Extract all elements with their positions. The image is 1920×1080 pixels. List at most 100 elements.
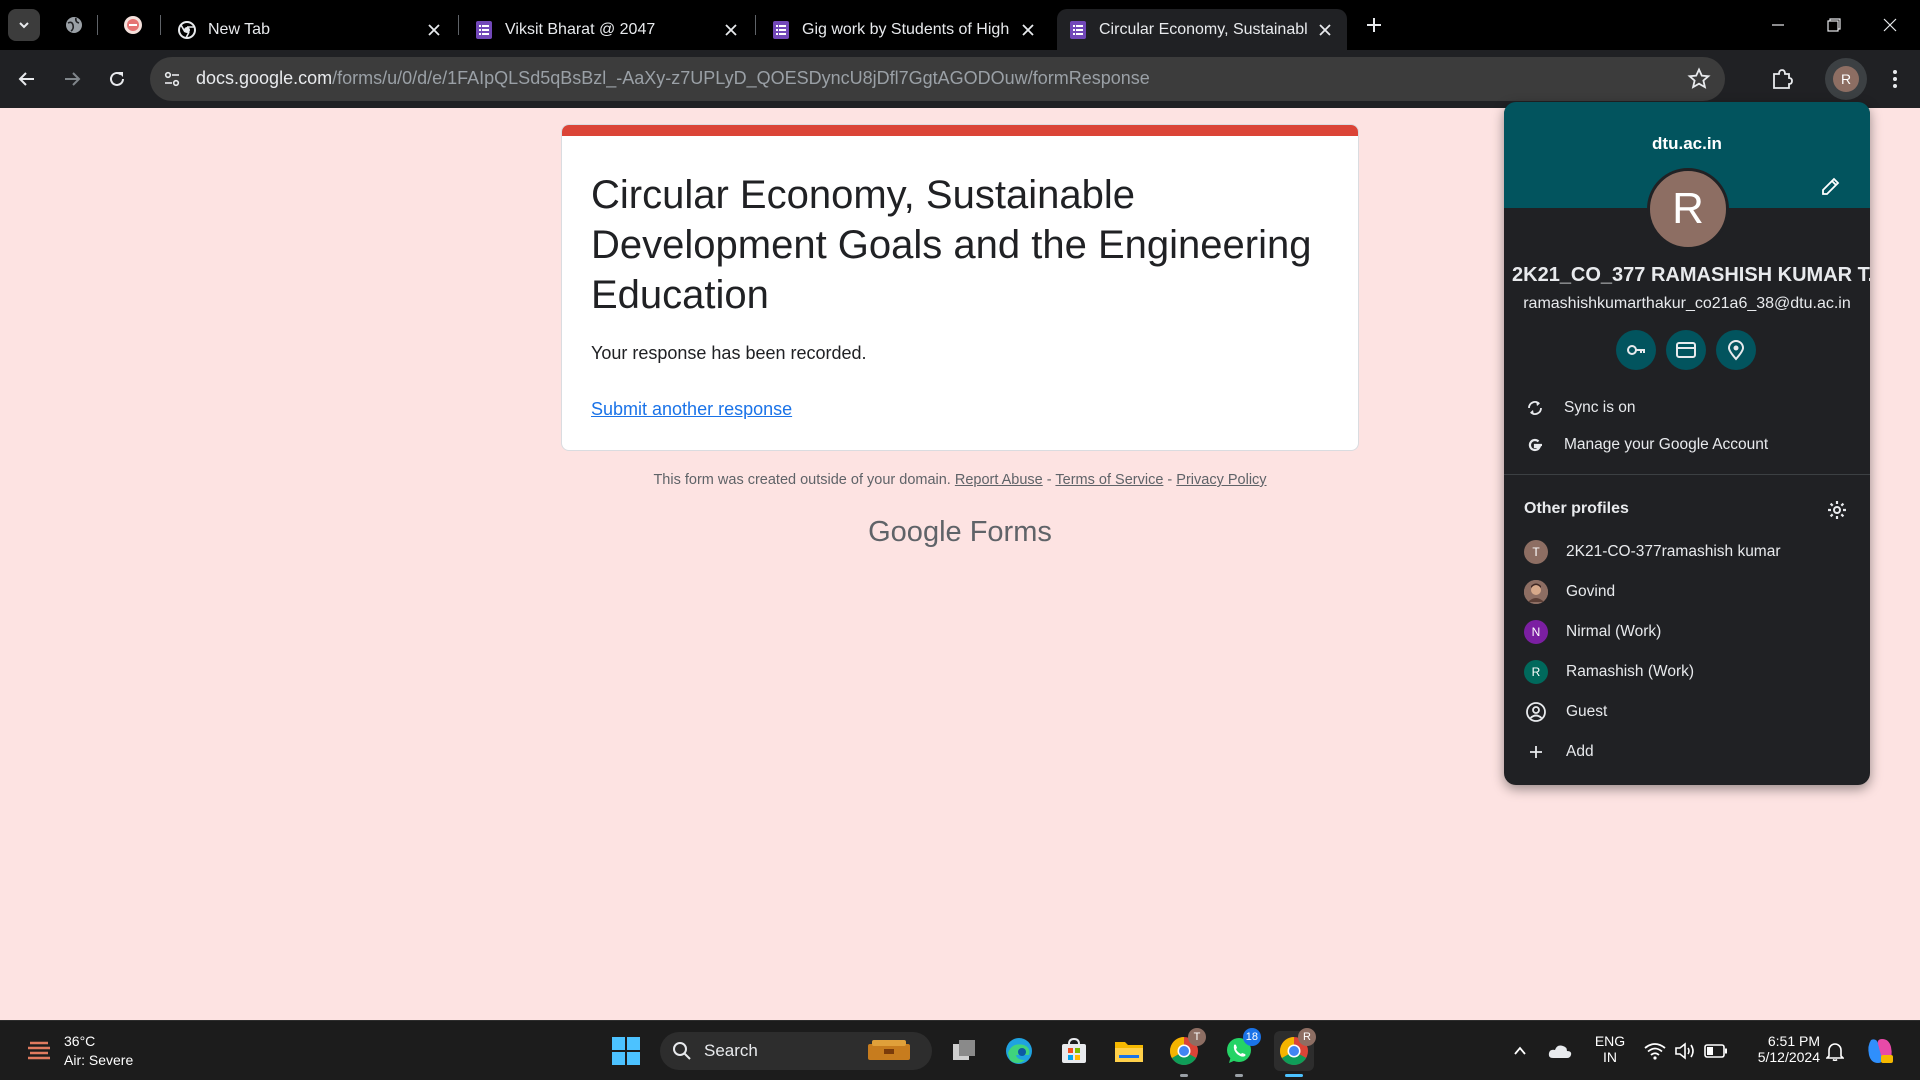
profile-item[interactable]: Govind — [1504, 574, 1870, 610]
other-profiles-heading: Other profiles — [1524, 500, 1629, 517]
tab-circular-economy[interactable]: Circular Economy, Sustainable D — [1057, 9, 1347, 50]
key-icon — [1627, 345, 1645, 355]
chrome-taskbar-button-active[interactable]: R — [1274, 1028, 1316, 1077]
back-button[interactable] — [11, 63, 43, 95]
guest-icon — [1524, 700, 1548, 724]
cloud-icon — [1548, 1045, 1572, 1058]
site-info-icon[interactable] — [161, 68, 183, 90]
payment-methods-button[interactable] — [1666, 330, 1706, 370]
app-favicon-icon — [124, 16, 142, 34]
restore-button[interactable] — [1806, 0, 1862, 50]
close-icon — [1883, 18, 1897, 32]
whatsapp-button[interactable]: 18 — [1219, 1028, 1261, 1077]
profile-avatar-small: R — [1524, 660, 1548, 684]
tab-title: New Tab — [208, 20, 270, 38]
profile-avatar-small: T — [1524, 540, 1548, 564]
add-profile-item[interactable]: Add — [1504, 734, 1870, 770]
menu-divider — [1504, 474, 1870, 475]
show-hidden-icons-button[interactable] — [1502, 1031, 1538, 1071]
haze-weather-icon[interactable] — [24, 1035, 54, 1065]
language-indicator[interactable]: ENG IN — [1590, 1033, 1630, 1065]
tab-viksit-bharat[interactable]: Viksit Bharat @ 2047 — [463, 9, 753, 50]
google-forms-logo[interactable]: Google Forms — [561, 516, 1359, 549]
bookmark-star-icon[interactable] — [1687, 67, 1711, 91]
profile-button[interactable]: R — [1825, 58, 1867, 100]
file-explorer-button[interactable] — [1109, 1031, 1149, 1071]
add-profile-label: Add — [1566, 743, 1594, 760]
task-view-button[interactable] — [944, 1031, 984, 1071]
tab-title: Viksit Bharat @ 2047 — [505, 20, 656, 38]
pinned-tab-globe[interactable] — [61, 12, 87, 38]
chevron-down-icon — [19, 22, 29, 29]
battery-button[interactable] — [1700, 1031, 1732, 1071]
close-tab-icon[interactable] — [1315, 20, 1335, 40]
browser-toolbar: docs.google.com/forms/u/0/d/e/1FAIpQLSd5… — [0, 50, 1920, 108]
minimize-button[interactable] — [1750, 0, 1806, 50]
extensions-button[interactable] — [1766, 63, 1798, 95]
puzzle-icon — [1773, 69, 1793, 89]
plus-icon — [1524, 740, 1548, 764]
chrome-taskbar-button[interactable]: T — [1164, 1028, 1206, 1077]
chrome-icon — [178, 20, 196, 39]
guest-profile-item[interactable]: Guest — [1504, 694, 1870, 730]
gear-icon[interactable] — [1826, 499, 1848, 521]
profile-photo-avatar — [1524, 580, 1548, 604]
tab-search-button[interactable] — [8, 9, 40, 41]
forms-wordmark: Forms — [969, 516, 1052, 548]
notification-badge: 18 — [1242, 1028, 1261, 1046]
manage-account-row[interactable]: Manage your Google Account — [1504, 427, 1870, 463]
addresses-button[interactable] — [1716, 330, 1756, 370]
pinned-tab-app[interactable] — [120, 12, 146, 38]
profile-item[interactable]: R Ramashish (Work) — [1504, 654, 1870, 690]
minimize-icon — [1772, 24, 1784, 26]
kebab-menu-icon — [1893, 70, 1897, 88]
volume-button[interactable] — [1670, 1031, 1700, 1071]
edge-button[interactable] — [999, 1031, 1039, 1071]
taskbar-search-box[interactable]: Search — [660, 1032, 932, 1070]
clock[interactable]: 6:51 PM 5/12/2024 — [1740, 1033, 1820, 1065]
language-code: ENG — [1594, 1033, 1626, 1049]
region-code: IN — [1603, 1049, 1617, 1065]
form-title: Circular Economy, Sustainable Developmen… — [591, 173, 1312, 317]
close-tab-icon[interactable] — [1018, 20, 1038, 40]
credit-card-icon — [1676, 342, 1696, 358]
footer-domain-note: This form was created outside of your do… — [653, 472, 951, 488]
chrome-menu-button[interactable] — [1879, 63, 1911, 95]
new-tab-button[interactable] — [1359, 10, 1389, 40]
onedrive-button[interactable] — [1542, 1031, 1578, 1071]
google-forms-icon — [1069, 20, 1087, 39]
reload-button[interactable] — [101, 63, 133, 95]
reload-icon — [110, 71, 124, 86]
location-pin-icon — [1727, 340, 1745, 361]
store-button[interactable] — [1054, 1031, 1094, 1071]
privacy-policy-link[interactable]: Privacy Policy — [1176, 472, 1266, 488]
passwords-button[interactable] — [1616, 330, 1656, 370]
profile-item[interactable]: N Nirmal (Work) — [1504, 614, 1870, 650]
url-text: docs.google.com/forms/u/0/d/e/1FAIpQLSd5… — [196, 68, 1150, 89]
tab-new-tab[interactable]: New Tab — [166, 9, 456, 50]
folder-icon — [1115, 1042, 1143, 1062]
tab-gig-work[interactable]: Gig work by Students of Higher — [760, 9, 1050, 50]
pencil-icon[interactable] — [1819, 174, 1843, 198]
submit-another-response-link[interactable]: Submit another response — [591, 399, 792, 420]
plus-icon — [1367, 18, 1381, 32]
address-bar[interactable]: docs.google.com/forms/u/0/d/e/1FAIpQLSd5… — [150, 57, 1725, 101]
google-wordmark: Google — [868, 516, 962, 548]
forward-button[interactable] — [56, 63, 88, 95]
notifications-button[interactable] — [1820, 1031, 1850, 1071]
weather-air-quality: Air: Severe — [64, 1052, 134, 1068]
profile-item[interactable]: T 2K21-CO-377ramashish kumar — [1504, 534, 1870, 570]
profile-item-label: Ramashish (Work) — [1566, 663, 1695, 680]
url-path: /forms/u/0/d/e/1FAIpQLSd5qBsBzl_-AaXy-z7… — [332, 68, 1150, 88]
report-abuse-link[interactable]: Report Abuse — [955, 472, 1043, 488]
sync-status-row[interactable]: Sync is on — [1504, 390, 1870, 426]
wifi-button[interactable] — [1640, 1031, 1670, 1071]
terms-of-service-link[interactable]: Terms of Service — [1055, 472, 1163, 488]
close-tab-icon[interactable] — [424, 20, 444, 40]
start-button[interactable] — [606, 1031, 646, 1071]
close-window-button[interactable] — [1862, 0, 1918, 50]
windows-logo-icon — [612, 1037, 640, 1065]
copilot-button[interactable] — [1860, 1031, 1900, 1071]
close-tab-icon[interactable] — [721, 20, 741, 40]
google-forms-icon — [772, 20, 790, 39]
